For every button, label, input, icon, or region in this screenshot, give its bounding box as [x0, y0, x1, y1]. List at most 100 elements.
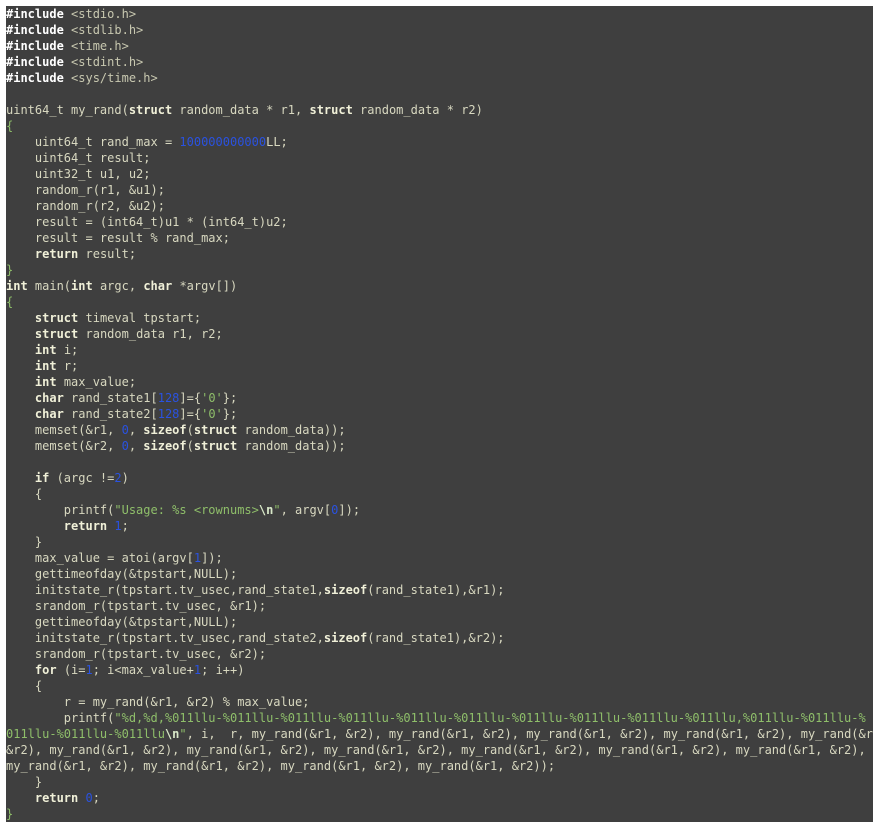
- code-text: random_data));: [237, 423, 346, 437]
- code-text: srandom_r(tpstart.tv_usec, &r1);: [6, 599, 267, 613]
- code-line: #include <stdio.h>: [6, 6, 873, 22]
- code-line: return 1;: [6, 518, 873, 534]
- code-text: result;: [78, 247, 137, 261]
- code-line: r = my_rand(&r1, &r2) % max_value;: [6, 694, 873, 710]
- code-line: result = result % rand_max;: [6, 230, 873, 246]
- number-token: 2: [114, 471, 122, 485]
- preprocessor-token: #include: [6, 23, 64, 37]
- code-text: random_data));: [237, 439, 346, 453]
- code-line: if (argc !=2): [6, 470, 873, 486]
- code-text: gettimeofday(&tpstart,NULL);: [6, 615, 238, 629]
- header-token: <stdlib.h>: [63, 23, 144, 37]
- code-text: random_data * r1,: [172, 103, 310, 117]
- code-text: ;: [121, 519, 129, 533]
- keyword-token: struct: [193, 439, 238, 453]
- code-text: , argv[: [280, 503, 332, 517]
- code-line: }: [6, 806, 873, 822]
- code-line: int max_value;: [6, 374, 873, 390]
- code-line: memset(&r1, 0, sizeof(struct random_data…: [6, 422, 873, 438]
- code-text: *argv[]): [172, 279, 238, 293]
- code-line: {: [6, 118, 873, 134]
- code-line: 011llu-%011llu-%011llu\n", i, r, my_rand…: [6, 726, 873, 742]
- string-token: ": [273, 503, 281, 517]
- header-token: <stdint.h>: [63, 55, 144, 69]
- code-text: random_data r1, r2;: [78, 327, 223, 341]
- keyword-token: struct: [34, 327, 79, 341]
- code-text: (: [186, 423, 194, 437]
- code-text: initstate_r(tpstart.tv_usec,rand_state2,: [6, 631, 324, 645]
- code-text: };: [222, 391, 238, 405]
- keyword-token: return: [63, 519, 108, 533]
- code-text: my_rand(&r1, &r2), my_rand(&r1, &r2), my…: [6, 759, 556, 773]
- code-text: (rand_state1),&r2);: [367, 631, 505, 645]
- code-text: (: [186, 439, 194, 453]
- code-line: result = (int64_t)u1 * (int64_t)u2;: [6, 214, 873, 230]
- brace-token: {: [6, 119, 14, 133]
- code-text: ,: [128, 423, 144, 437]
- keyword-token: sizeof: [323, 583, 368, 597]
- code-line: struct timeval tpstart;: [6, 310, 873, 326]
- string-token: ": [179, 727, 187, 741]
- escape-token: \n: [164, 727, 180, 741]
- code-line: uint32_t u1, u2;: [6, 166, 873, 182]
- code-line: srandom_r(tpstart.tv_usec, &r1);: [6, 598, 873, 614]
- code-line: max_value = atoi(argv[1]);: [6, 550, 873, 566]
- keyword-token: struct: [193, 423, 238, 437]
- number-token: 100000000000: [179, 135, 267, 149]
- code-line: int main(int argc, char *argv[]): [6, 278, 873, 294]
- code-text: srandom_r(tpstart.tv_usec, &r2);: [6, 647, 267, 661]
- keyword-token: sizeof: [323, 631, 368, 645]
- keyword-token: return: [34, 791, 79, 805]
- code-text: result = (int64_t)u1 * (int64_t)u2;: [6, 215, 288, 229]
- code-text: uint64_t result;: [6, 151, 151, 165]
- number-token: 0: [121, 423, 129, 437]
- code-line: int i;: [6, 342, 873, 358]
- keyword-token: int: [71, 279, 93, 293]
- number-token: 0: [85, 791, 93, 805]
- code-line: char rand_state1[128]={'0'};: [6, 390, 873, 406]
- keyword-token: sizeof: [143, 439, 187, 453]
- keyword-token: if: [34, 471, 50, 485]
- number-token: 0: [121, 439, 129, 453]
- code-line: uint64_t result;: [6, 150, 873, 166]
- code-line: #include <time.h>: [6, 38, 873, 54]
- code-line: char rand_state2[128]={'0'};: [6, 406, 873, 422]
- code-text: initstate_r(tpstart.tv_usec,rand_state1,: [6, 583, 324, 597]
- brace-token: }: [6, 263, 14, 277]
- escape-token: \n: [258, 503, 274, 517]
- code-text: ]);: [338, 503, 361, 517]
- string-token: "%d,%d,%011llu-%011llu-%011llu-%011llu-%…: [114, 711, 866, 725]
- code-text: {: [6, 679, 43, 693]
- code-line: memset(&r2, 0, sizeof(struct random_data…: [6, 438, 873, 454]
- code-text: {: [6, 487, 43, 501]
- code-text: ; i<max_value+: [92, 663, 194, 677]
- keyword-token: char: [34, 407, 64, 421]
- keyword-token: int: [6, 279, 28, 293]
- code-line: #include <sys/time.h>: [6, 70, 873, 86]
- code-text: ,: [128, 439, 144, 453]
- code-text: main(: [27, 279, 72, 293]
- code-line: }: [6, 534, 873, 550]
- number-token: 1: [85, 663, 93, 677]
- code-editor[interactable]: #include <stdio.h> #include <stdlib.h> #in…: [6, 6, 873, 822]
- code-text: (i=: [56, 663, 86, 677]
- code-text: (rand_state1),&r1);: [367, 583, 505, 597]
- code-text: uint64_t my_rand(: [6, 103, 129, 117]
- code-view[interactable]: #include <stdio.h> #include <stdlib.h> #in…: [6, 6, 873, 822]
- keyword-token: char: [34, 391, 64, 405]
- code-line: my_rand(&r1, &r2), my_rand(&r1, &r2), my…: [6, 758, 873, 774]
- header-token: <time.h>: [63, 39, 129, 53]
- preprocessor-token: #include: [6, 55, 64, 69]
- code-text: random_r(r2, &u2);: [6, 199, 165, 213]
- code-line: int r;: [6, 358, 873, 374]
- code-text: }: [6, 775, 43, 789]
- code-line: return 0;: [6, 790, 873, 806]
- number-token: 1: [114, 519, 122, 533]
